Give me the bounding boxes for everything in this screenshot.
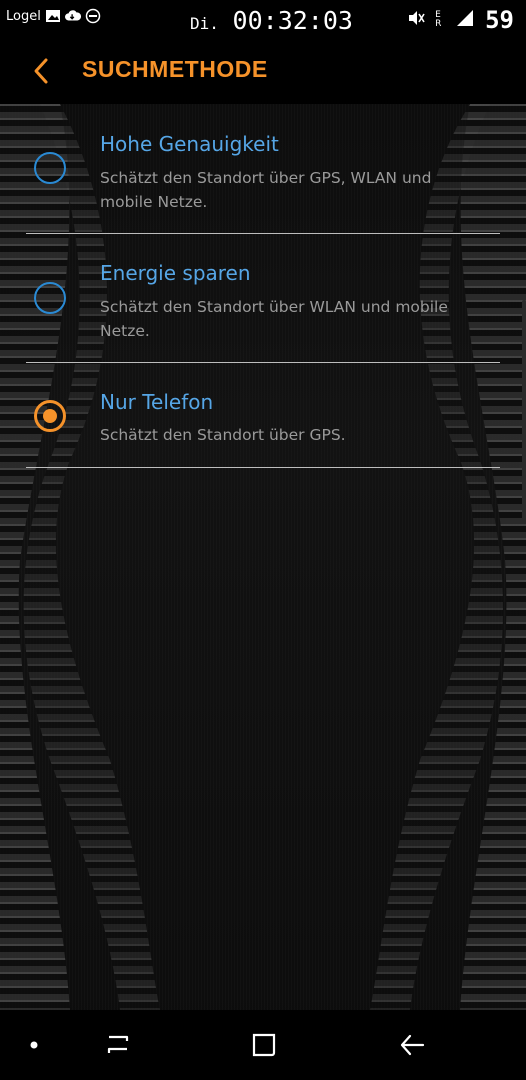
- option-title: Hohe Genauigkeit: [100, 132, 279, 156]
- option-description: Schätzt den Standort über GPS, WLAN und …: [100, 169, 432, 211]
- clock: Di. 00:32:03: [190, 6, 353, 35]
- clock-time: 00:32:03: [232, 6, 353, 35]
- option-description: Schätzt den Standort über WLAN und mobil…: [100, 298, 448, 340]
- radio-button-selected[interactable]: [34, 400, 66, 432]
- cloud-sync-icon: [64, 8, 81, 24]
- option-description: Schätzt den Standort über GPS.: [100, 426, 346, 444]
- dot-icon[interactable]: [22, 1028, 46, 1062]
- battery-level: 59: [485, 6, 514, 34]
- status-right: E R 59: [407, 6, 514, 34]
- roaming-signal-icon: E R: [435, 11, 445, 29]
- page-title: SUCHMETHODE: [82, 56, 268, 82]
- mute-icon: [407, 9, 425, 31]
- recents-icon: [107, 1035, 129, 1053]
- image-icon: [45, 8, 61, 24]
- option-hohe-genauigkeit[interactable]: Hohe Genauigkeit Schätzt den Standort üb…: [0, 104, 526, 234]
- scrollbar[interactable]: [522, 300, 526, 520]
- back-button[interactable]: [26, 54, 56, 88]
- option-energie-sparen[interactable]: Energie sparen Schätzt den Standort über…: [0, 234, 526, 362]
- signal-letters: E R: [435, 10, 442, 29]
- signal-icon: [455, 8, 475, 32]
- back-arrow-icon: [400, 1034, 425, 1056]
- radio-button[interactable]: [34, 282, 66, 314]
- option-title: Nur Telefon: [100, 390, 214, 414]
- status-left: Logel: [6, 8, 101, 24]
- divider: [26, 467, 500, 468]
- option-title: Energie sparen: [100, 261, 251, 285]
- recents-button[interactable]: [98, 1028, 138, 1062]
- radio-button[interactable]: [34, 152, 66, 184]
- home-button[interactable]: [244, 1028, 284, 1062]
- do-not-disturb-icon: [85, 8, 101, 24]
- carrier-label: Logel: [6, 8, 41, 24]
- clock-day: Di.: [190, 14, 219, 33]
- home-icon: [252, 1033, 276, 1057]
- app-bar: SUCHMETHODE: [0, 40, 526, 104]
- back-nav-button[interactable]: [392, 1028, 432, 1062]
- option-nur-telefon[interactable]: Nur Telefon Schätzt den Standort über GP…: [0, 363, 526, 467]
- status-bar: Logel Di. 00:32:03 E R 59: [0, 0, 526, 40]
- navigation-bar: [0, 1010, 526, 1080]
- chevron-left-icon: [34, 58, 48, 84]
